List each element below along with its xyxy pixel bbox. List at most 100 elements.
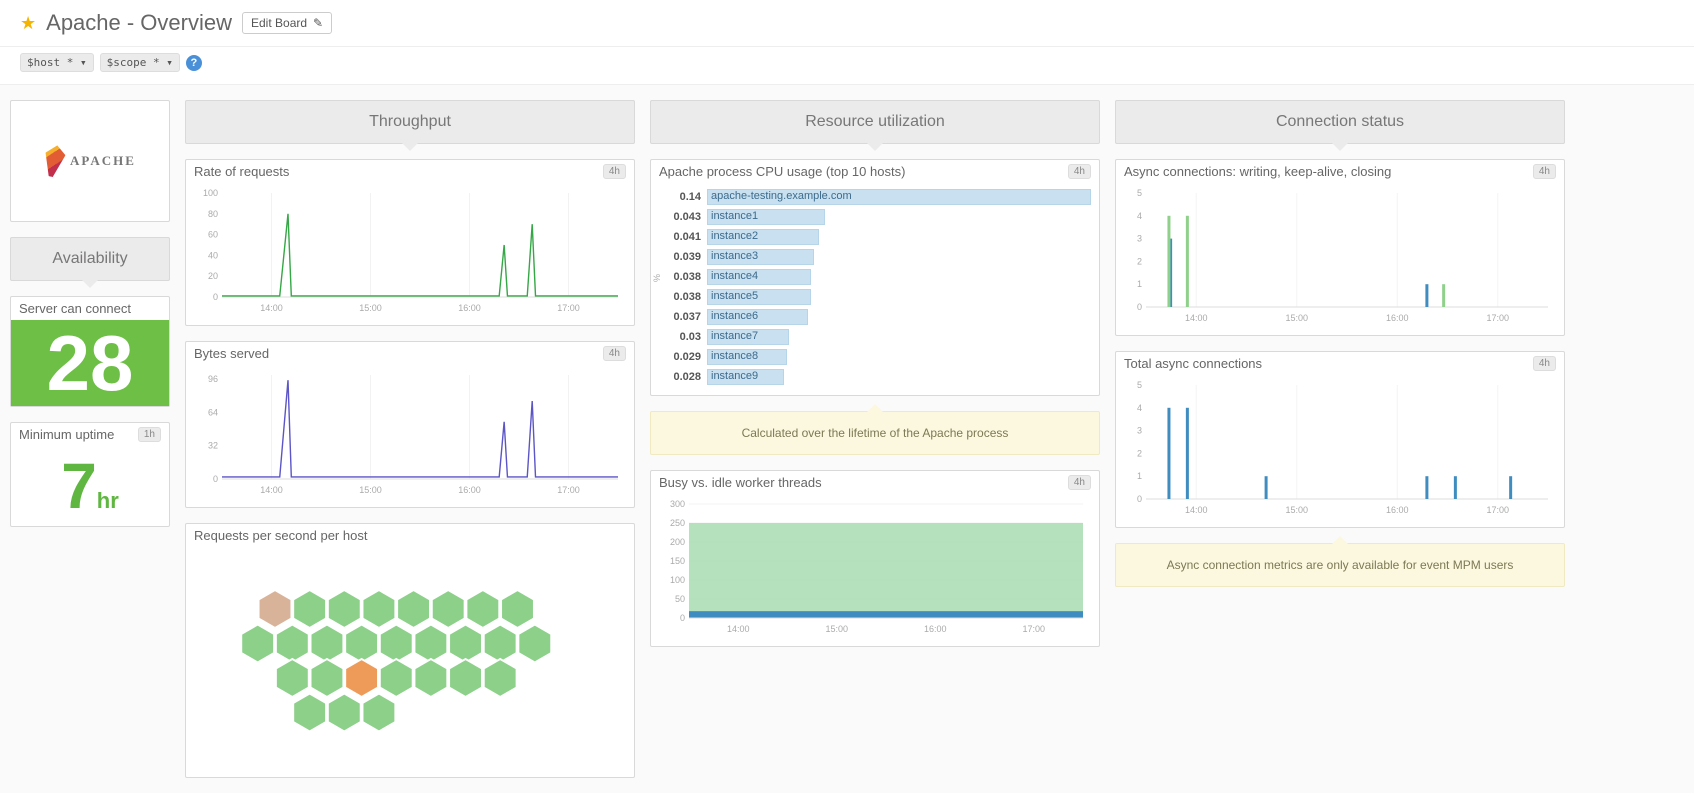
pencil-icon: ✎ <box>313 16 323 30</box>
svg-text:80: 80 <box>208 209 218 219</box>
hex-cell[interactable] <box>414 625 447 663</box>
svg-text:0: 0 <box>213 292 218 302</box>
hex-cell[interactable] <box>241 625 274 663</box>
svg-text:14:00: 14:00 <box>1185 313 1208 323</box>
help-icon[interactable]: ? <box>186 55 202 71</box>
hex-cell[interactable] <box>328 694 361 732</box>
hex-cell[interactable] <box>484 625 517 663</box>
svg-text:64: 64 <box>208 407 218 417</box>
hex-cell[interactable] <box>328 590 361 628</box>
hex-cell[interactable] <box>259 590 292 628</box>
svg-text:60: 60 <box>208 230 218 240</box>
group-throughput: Throughput <box>185 100 635 144</box>
hex-cell[interactable] <box>362 590 395 628</box>
hex-cell[interactable] <box>518 625 551 663</box>
async-note: Async connection metrics are only availa… <box>1115 543 1565 587</box>
filter-host[interactable]: $host * ▾ <box>20 53 94 72</box>
host-row[interactable]: 0.039instance3 <box>659 247 1091 267</box>
hex-cell[interactable] <box>449 625 482 663</box>
host-row[interactable]: 0.029instance8 <box>659 347 1091 367</box>
group-resource: Resource utilization <box>650 100 1100 144</box>
hex-cell[interactable] <box>311 625 344 663</box>
group-availability: Availability <box>10 237 170 281</box>
svg-text:50: 50 <box>675 594 685 604</box>
svg-text:4: 4 <box>1137 403 1142 413</box>
svg-text:15:00: 15:00 <box>1285 505 1308 515</box>
hex-cell[interactable] <box>501 590 534 628</box>
svg-text:100: 100 <box>203 188 218 198</box>
hex-cell[interactable] <box>276 625 309 663</box>
svg-text:300: 300 <box>670 499 685 509</box>
hex-cell[interactable] <box>414 659 447 697</box>
host-row[interactable]: 0.03instance7 <box>659 327 1091 347</box>
hex-cell[interactable] <box>466 590 499 628</box>
hex-cell[interactable] <box>276 659 309 697</box>
svg-text:17:00: 17:00 <box>557 303 580 313</box>
logo-card: APACHE <box>10 100 170 222</box>
group-connection: Connection status <box>1115 100 1565 144</box>
filter-scope[interactable]: $scope * ▾ <box>100 53 180 72</box>
async-total-chart[interactable]: Total async connections 4h 01234514:0015… <box>1115 351 1565 528</box>
svg-text:96: 96 <box>208 374 218 384</box>
svg-text:15:00: 15:00 <box>825 624 848 634</box>
server-connect-tile[interactable]: Server can connect 28 <box>10 296 170 407</box>
star-icon[interactable]: ★ <box>20 13 36 34</box>
bytes-chart[interactable]: Bytes served 4h 032649614:0015:0016:0017… <box>185 341 635 508</box>
dashboard-grid: APACHE Availability Server can connect 2… <box>0 85 1694 793</box>
cpu-hosts-chart[interactable]: Apache process CPU usage (top 10 hosts) … <box>650 159 1100 396</box>
svg-text:150: 150 <box>670 556 685 566</box>
host-row[interactable]: 0.037instance6 <box>659 307 1091 327</box>
svg-text:16:00: 16:00 <box>1386 313 1409 323</box>
hex-cell[interactable] <box>449 659 482 697</box>
svg-text:0: 0 <box>1137 494 1142 504</box>
svg-text:250: 250 <box>670 518 685 528</box>
hex-cell[interactable] <box>432 590 465 628</box>
uptime-tile[interactable]: Minimum uptime 1h 7hr <box>10 422 170 527</box>
hex-cell[interactable] <box>293 590 326 628</box>
hex-cell[interactable] <box>397 590 430 628</box>
svg-text:15:00: 15:00 <box>359 303 382 313</box>
svg-text:17:00: 17:00 <box>1486 505 1509 515</box>
edit-board-button[interactable]: Edit Board ✎ <box>242 12 332 34</box>
host-row[interactable]: 0.038instance5 <box>659 287 1091 307</box>
svg-text:0: 0 <box>1137 302 1142 312</box>
svg-text:0: 0 <box>680 613 685 623</box>
host-row[interactable]: 0.038instance4 <box>659 267 1091 287</box>
svg-text:17:00: 17:00 <box>1022 624 1045 634</box>
hex-cell[interactable] <box>345 659 378 697</box>
svg-text:16:00: 16:00 <box>924 624 947 634</box>
hex-cell[interactable] <box>293 694 326 732</box>
rate-chart[interactable]: Rate of requests 4h 02040608010014:0015:… <box>185 159 635 326</box>
host-row[interactable]: 0.14apache-testing.example.com <box>659 187 1091 207</box>
apache-feather-icon <box>41 143 67 178</box>
svg-text:2: 2 <box>1137 448 1142 458</box>
svg-text:100: 100 <box>670 575 685 585</box>
svg-text:14:00: 14:00 <box>1185 505 1208 515</box>
svg-text:1: 1 <box>1137 471 1142 481</box>
svg-text:32: 32 <box>208 441 218 451</box>
page-title: Apache - Overview <box>46 10 232 36</box>
cpu-note: Calculated over the lifetime of the Apac… <box>650 411 1100 455</box>
svg-text:40: 40 <box>208 250 218 260</box>
hex-cell[interactable] <box>484 659 517 697</box>
hex-cell[interactable] <box>311 659 344 697</box>
host-row[interactable]: 0.041instance2 <box>659 227 1091 247</box>
rps-hexmap[interactable]: Requests per second per host <box>185 523 635 778</box>
hex-cell[interactable] <box>362 694 395 732</box>
svg-text:14:00: 14:00 <box>260 303 283 313</box>
host-row[interactable]: 0.028instance9 <box>659 367 1091 387</box>
busy-idle-chart[interactable]: Busy vs. idle worker threads 4h 05010015… <box>650 470 1100 647</box>
svg-text:16:00: 16:00 <box>458 303 481 313</box>
svg-text:2: 2 <box>1137 256 1142 266</box>
svg-text:5: 5 <box>1137 188 1142 198</box>
host-row[interactable]: 0.043instance1 <box>659 207 1091 227</box>
hex-cell[interactable] <box>380 659 413 697</box>
async-detail-chart[interactable]: Async connections: writing, keep-alive, … <box>1115 159 1565 336</box>
hex-cell[interactable] <box>345 625 378 663</box>
svg-text:200: 200 <box>670 537 685 547</box>
svg-text:15:00: 15:00 <box>1285 313 1308 323</box>
svg-text:20: 20 <box>208 271 218 281</box>
hex-cell[interactable] <box>380 625 413 663</box>
svg-text:3: 3 <box>1137 426 1142 436</box>
svg-text:14:00: 14:00 <box>727 624 750 634</box>
